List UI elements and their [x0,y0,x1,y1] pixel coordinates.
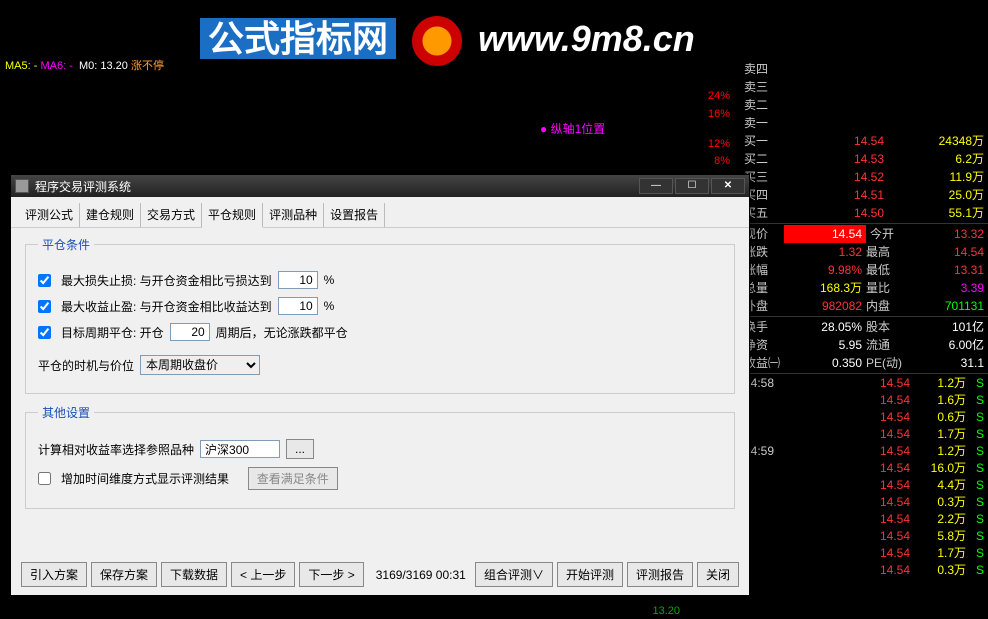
target-period-label: 目标周期平仓: 开仓 [61,324,164,341]
view-conditions-button[interactable]: 查看满足条件 [248,467,338,490]
tab-4[interactable]: 评测品种 [263,203,324,227]
close-dialog-button[interactable]: 关闭 [697,562,739,587]
quote-row: 涨跌1.32最高14.54 [740,243,988,261]
tab-3[interactable]: 平仓规则 [202,203,263,228]
timing-label: 平仓的时机与价位 [38,357,134,374]
time-dimension-label: 增加时间维度方式显示评测结果 [61,470,229,487]
takeprofit-label: 最大收益止盈: 与开仓资金相比收益达到 [61,298,272,315]
quote-row: 外盘982082内盘701131 [740,297,988,315]
target-period-input[interactable] [170,323,210,341]
logo-icon [412,16,462,66]
takeprofit-checkbox[interactable] [38,300,51,313]
quote-panel: 卖四卖三卖二卖一 买一14.5424348万买二14.536.2万买三14.52… [740,60,988,579]
quote-row: 现价14.54今开13.32 [740,225,988,243]
tab-1[interactable]: 建仓规则 [80,203,141,227]
stoploss-label: 最大损失止损: 与开仓资金相比亏损达到 [61,272,272,289]
watermark: 公式指标网 www.9m8.cn [200,10,695,66]
titlebar[interactable]: 程序交易评测系统 — ☐ ✕ [11,175,749,197]
window-title: 程序交易评测系统 [35,178,637,195]
minimize-button[interactable]: — [639,178,673,194]
combo-eval-button[interactable]: 组合评测∨ [475,562,553,587]
benchmark-label: 计算相对收益率选择参照品种 [38,441,194,458]
trade-row: 14.544.4万S [740,477,988,494]
ask-row: 卖一 [740,114,988,132]
bid-row: 买三14.5211.9万 [740,168,988,186]
group-legend: 其他设置 [38,404,94,421]
quote-row: 换手28.05%股本101亿 [740,318,988,336]
tab-2[interactable]: 交易方式 [141,203,202,227]
unit-label: % [324,299,335,313]
trade-row: 14.541.7万S [740,426,988,443]
evaluation-dialog: 程序交易评测系统 — ☐ ✕ 评测公式建仓规则交易方式平仓规则评测品种设置报告 … [10,174,750,596]
trade-row: 14.540.3万S [740,494,988,511]
next-button[interactable]: 下一步 > [299,562,363,587]
pct-label: 12% [708,138,730,150]
stoploss-input[interactable] [278,271,318,289]
maximize-button[interactable]: ☐ [675,178,709,194]
bid-row: 买二14.536.2万 [740,150,988,168]
target-period-suffix: 周期后，无论涨跌都平仓 [216,324,348,341]
close-conditions-group: 平仓条件 最大损失止损: 与开仓资金相比亏损达到 % 最大收益止盈: 与开仓资金… [25,236,735,394]
time-dimension-checkbox[interactable] [38,472,51,485]
trade-row: 14:5814.541.2万S [740,375,988,392]
trade-row: 14.5416.0万S [740,460,988,477]
save-button[interactable]: 保存方案 [91,562,157,587]
footer-price: 13.20 [652,605,680,617]
trade-row: 14.541.6万S [740,392,988,409]
import-button[interactable]: 引入方案 [21,562,87,587]
start-eval-button[interactable]: 开始评测 [557,562,623,587]
target-period-checkbox[interactable] [38,326,51,339]
download-button[interactable]: 下载数据 [161,562,227,587]
ask-row: 卖四 [740,60,988,78]
app-icon [15,179,29,193]
bid-row: 买五14.5055.1万 [740,204,988,222]
pct-label: 24% [708,90,730,102]
report-button[interactable]: 评测报告 [627,562,693,587]
bid-row: 买一14.5424348万 [740,132,988,150]
bid-row: 买四14.5125.0万 [740,186,988,204]
trade-row: 14.540.3万S [740,562,988,579]
quote-row: 净资5.95流通6.00亿 [740,336,988,354]
group-legend: 平仓条件 [38,236,94,253]
quote-row: 总量168.3万量比3.39 [740,279,988,297]
ask-row: 卖三 [740,78,988,96]
bottom-toolbar: 引入方案 保存方案 下载数据 < 上一步 下一步 > 3169/3169 00:… [21,562,739,587]
axis-annotation: ● 纵轴1位置 [540,120,605,137]
stoploss-checkbox[interactable] [38,274,51,287]
trade-row: 14.540.6万S [740,409,988,426]
takeprofit-input[interactable] [278,297,318,315]
trade-row: 14.545.8万S [740,528,988,545]
benchmark-browse-button[interactable]: ... [286,439,314,459]
benchmark-input[interactable] [200,440,280,458]
close-button[interactable]: ✕ [711,178,745,194]
trade-row: 14.542.2万S [740,511,988,528]
trade-row: 14:5914.541.2万S [740,443,988,460]
timing-select[interactable]: 本周期收盘价 [140,355,260,375]
tab-0[interactable]: 评测公式 [19,203,80,227]
pct-label: 8% [714,155,730,167]
indicator-header: MA5: - MA6: - M0: 13.20 涨不停 [5,57,164,73]
quote-row: 收益㈠0.350PE(动)31.1 [740,354,988,372]
status-text: 3169/3169 00:31 [368,568,471,582]
prev-button[interactable]: < 上一步 [231,562,295,587]
other-settings-group: 其他设置 计算相对收益率选择参照品种 ... 增加时间维度方式显示评测结果 查看… [25,404,735,509]
tab-5[interactable]: 设置报告 [324,203,385,227]
trade-row: 14.541.7万S [740,545,988,562]
pct-label: 16% [708,108,730,120]
unit-label: % [324,273,335,287]
tab-bar: 评测公式建仓规则交易方式平仓规则评测品种设置报告 [11,197,749,228]
quote-row: 涨幅9.98%最低13.31 [740,261,988,279]
ask-row: 卖二 [740,96,988,114]
